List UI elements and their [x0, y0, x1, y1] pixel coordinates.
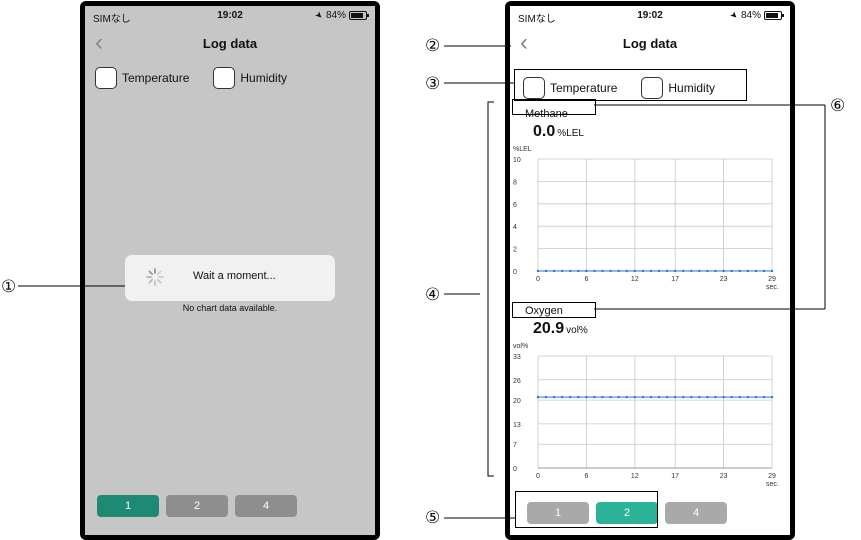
callout-3: ③ — [425, 74, 441, 93]
callout-1: ① — [1, 277, 17, 296]
callout-6: ⑥ — [830, 96, 846, 115]
callout-4-bracket — [487, 101, 494, 477]
callout-4: ④ — [425, 285, 441, 304]
callout-2: ② — [425, 36, 441, 55]
callout-5: ⑤ — [425, 508, 441, 527]
